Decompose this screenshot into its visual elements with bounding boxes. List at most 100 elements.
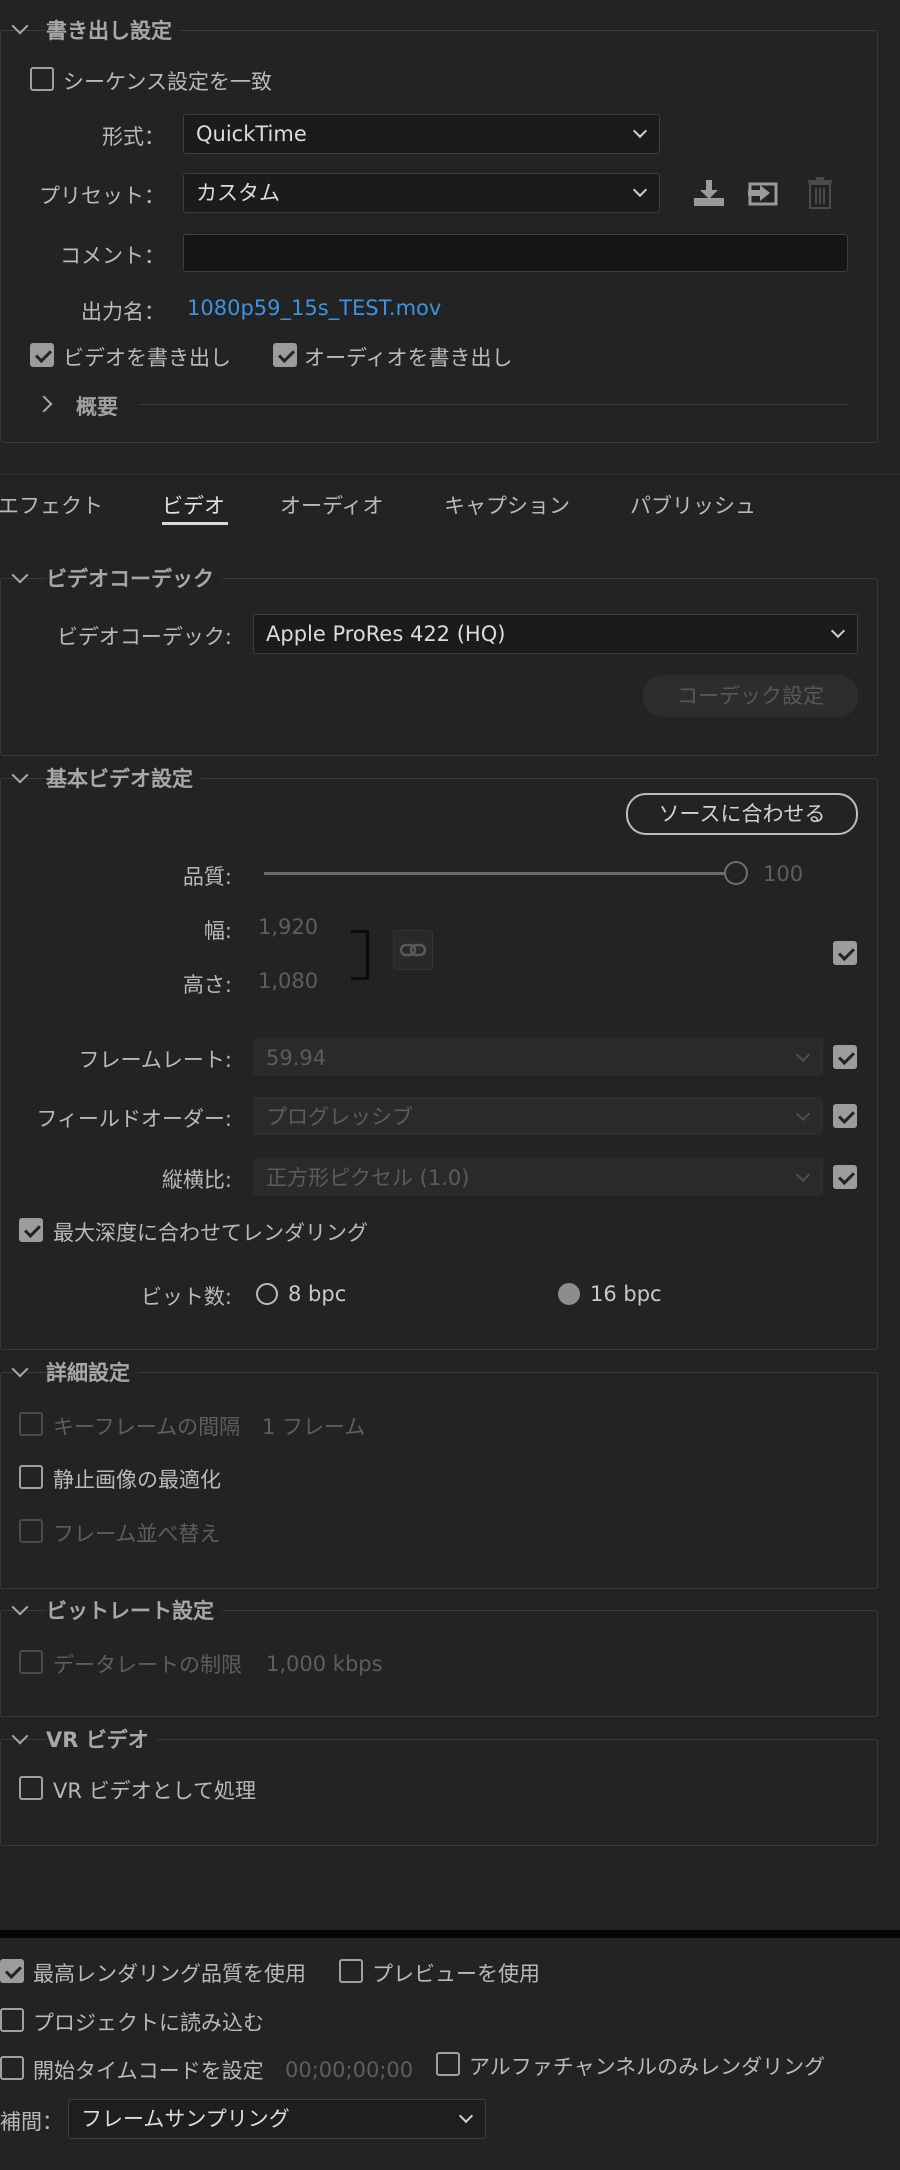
data-rate-limit-value[interactable]: 1,000 kbps <box>266 1652 383 1676</box>
use-preview-checkbox[interactable] <box>339 1959 363 1983</box>
max-depth-checkbox[interactable] <box>19 1218 43 1242</box>
aspect-label: 縦横比: <box>161 1168 232 1192</box>
import-project-label: プロジェクトに読み込む <box>33 2011 264 2035</box>
comment-input[interactable] <box>183 234 848 272</box>
width-label: 幅: <box>203 919 232 943</box>
dimension-bracket <box>351 930 369 980</box>
format-label: 形式： <box>102 125 165 149</box>
interpolation-value: フレームサンプリング <box>81 2107 290 2131</box>
optimize-stills-checkbox[interactable] <box>19 1465 43 1489</box>
vr-process-checkbox[interactable] <box>19 1776 43 1800</box>
chevron-down-icon <box>795 1047 811 1063</box>
keyframe-value[interactable]: 1 フレーム <box>262 1411 365 1441</box>
bit-depth-16-label: 16 bpc <box>590 1282 662 1306</box>
field-order-label: フィールドオーダー: <box>36 1107 232 1131</box>
start-timecode-checkbox[interactable] <box>0 2056 24 2080</box>
chevron-down-icon <box>632 123 648 139</box>
aspect-checkbox[interactable] <box>833 1165 857 1189</box>
preset-label: プリセット： <box>39 184 165 208</box>
frame-reorder-checkbox[interactable] <box>19 1519 43 1543</box>
format-select[interactable]: QuickTime <box>183 114 660 154</box>
vr-process-label: VR ビデオとして処理 <box>53 1779 257 1803</box>
frame-rate-label: フレームレート: <box>78 1048 232 1072</box>
comment-label: コメント： <box>60 244 165 268</box>
aspect-select[interactable]: 正方形ピクセル (1.0) <box>253 1158 823 1196</box>
trash-icon[interactable] <box>806 176 834 210</box>
frame-rate-select[interactable]: 59.94 <box>253 1038 823 1076</box>
tab-video[interactable]: ビデオ <box>162 490 225 520</box>
export-audio-checkbox[interactable] <box>273 343 297 367</box>
save-preset-icon[interactable] <box>692 178 726 208</box>
chevron-down-icon <box>795 1106 811 1122</box>
width-value[interactable]: 1,920 <box>258 915 318 939</box>
keyframe-checkbox[interactable] <box>19 1412 43 1436</box>
chevron-down-icon <box>795 1167 811 1183</box>
field-order-value: プログレッシブ <box>266 1105 413 1129</box>
quality-slider-track[interactable] <box>264 872 724 875</box>
video-codec-label: ビデオコーデック: <box>56 625 232 649</box>
bit-depth-8-label: 8 bpc <box>288 1282 347 1306</box>
video-codec-select[interactable]: Apple ProRes 422 (HQ) <box>253 614 858 654</box>
video-codec-panel <box>0 578 878 756</box>
field-order-checkbox[interactable] <box>833 1104 857 1128</box>
start-timecode-label: 開始タイムコードを設定 <box>33 2059 264 2083</box>
data-rate-limit-label: データレートの制限 <box>53 1653 242 1677</box>
interpolation-select[interactable]: フレームサンプリング <box>68 2099 486 2139</box>
video-codec-value: Apple ProRes 422 (HQ) <box>266 622 506 646</box>
import-project-checkbox[interactable] <box>0 2008 24 2032</box>
tab-effects[interactable]: エフェクト <box>0 490 103 520</box>
alpha-only-label: アルファチャンネルのみレンダリング <box>469 2055 826 2079</box>
preset-select[interactable]: カスタム <box>183 173 660 213</box>
optimize-stills-label: 静止画像の最適化 <box>53 1468 221 1492</box>
start-timecode-value[interactable]: 00;00;00;00 <box>285 2058 413 2082</box>
summary-divider <box>140 404 848 405</box>
alpha-only-checkbox[interactable] <box>436 2052 460 2076</box>
dimensions-checkbox[interactable] <box>833 941 857 965</box>
match-sequence-label: シーケンス設定を一致 <box>63 70 272 94</box>
frame-rate-checkbox[interactable] <box>833 1045 857 1069</box>
chevron-down-icon <box>830 623 846 639</box>
max-quality-label: 最高レンダリング品質を使用 <box>33 1962 306 1986</box>
export-settings-title: 書き出し設定 <box>46 15 180 45</box>
max-quality-checkbox[interactable] <box>0 1959 24 1983</box>
vr-title: VR ビデオ <box>46 1724 157 1754</box>
tab-captions[interactable]: キャプション <box>444 490 570 520</box>
codec-settings-button[interactable]: コーデック設定 <box>643 675 858 717</box>
chevron-down-icon <box>632 182 648 198</box>
frame-rate-value: 59.94 <box>266 1046 327 1070</box>
video-codec-title: ビデオコーデック <box>46 563 222 593</box>
max-depth-label: 最大深度に合わせてレンダリング <box>53 1221 368 1245</box>
frame-reorder-label: フレーム並べ替え <box>53 1522 221 1546</box>
format-value: QuickTime <box>196 122 307 146</box>
export-video-checkbox[interactable] <box>30 343 54 367</box>
bit-depth-8-radio[interactable] <box>256 1283 278 1305</box>
import-preset-icon[interactable] <box>746 178 780 208</box>
aspect-value: 正方形ピクセル (1.0) <box>266 1166 470 1190</box>
advanced-title: 詳細設定 <box>46 1357 138 1387</box>
basic-video-title: 基本ビデオ設定 <box>46 763 201 793</box>
field-order-select[interactable]: プログレッシブ <box>253 1097 823 1135</box>
tab-publish[interactable]: パブリッシュ <box>630 490 756 520</box>
interpolation-label: 補間： <box>0 2110 63 2134</box>
tabs-top-divider <box>0 474 900 475</box>
output-name-link[interactable]: 1080p59_15s_TEST.mov <box>187 296 441 320</box>
chevron-down-icon <box>458 2108 474 2124</box>
export-video-label: ビデオを書き出し <box>63 346 231 370</box>
output-name-label: 出力名： <box>81 300 165 324</box>
quality-slider-handle[interactable] <box>724 861 748 885</box>
summary-label[interactable]: 概要 <box>76 391 118 421</box>
height-value[interactable]: 1,080 <box>258 969 318 993</box>
match-source-button[interactable]: ソースに合わせる <box>626 793 858 835</box>
export-audio-label: オーディオを書き出し <box>304 346 513 370</box>
tab-audio[interactable]: オーディオ <box>280 490 384 520</box>
quality-value[interactable]: 100 <box>763 862 803 886</box>
tab-video-underline <box>162 522 228 525</box>
quality-label: 品質: <box>182 865 232 889</box>
height-label: 高さ: <box>182 973 232 997</box>
bitrate-title: ビットレート設定 <box>46 1595 222 1625</box>
use-preview-label: プレビューを使用 <box>372 1962 540 1986</box>
bit-depth-16-radio[interactable] <box>558 1283 580 1305</box>
link-dimensions-icon[interactable] <box>393 930 433 970</box>
data-rate-limit-checkbox[interactable] <box>19 1650 43 1674</box>
match-sequence-checkbox[interactable] <box>30 67 54 91</box>
